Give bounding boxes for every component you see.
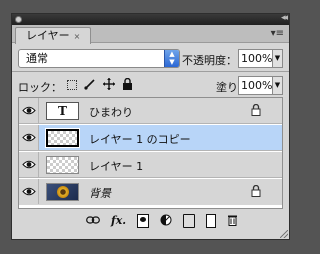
layer-lock-icon (251, 103, 261, 119)
lock-label: ロック： (18, 81, 62, 94)
fill-dropdown-icon[interactable]: ▼ (273, 76, 283, 95)
lock-options (67, 77, 134, 91)
visibility-eye-icon[interactable] (19, 98, 39, 123)
layer-row[interactable]: T ひまわり (19, 98, 282, 124)
opacity-label: 不透明度： (182, 54, 237, 67)
visibility-eye-icon[interactable] (19, 152, 39, 177)
adjustment-layer-icon[interactable] (160, 214, 172, 228)
opacity-input[interactable]: 100% (238, 49, 273, 68)
lock-position-icon[interactable] (102, 78, 115, 91)
close-panel-icon[interactable] (15, 16, 22, 23)
blend-mode-spinner-icon[interactable]: ▲ ▼ (164, 50, 179, 67)
fill-input[interactable]: 100% (238, 76, 273, 95)
layer-name[interactable]: ひまわり (89, 104, 133, 120)
panel-menu-icon[interactable]: ▾≡ (271, 28, 284, 39)
layer-row-selected[interactable]: レイヤー 1 のコピー (19, 125, 282, 151)
tab-row: レイヤー × ▾≡ (12, 25, 289, 44)
layer-thumbnail (45, 128, 80, 148)
divider (12, 71, 289, 72)
new-layer-icon[interactable] (206, 214, 217, 228)
visibility-eye-icon[interactable] (19, 179, 39, 204)
layer-thumbnail (46, 156, 79, 174)
layer-name[interactable]: 背景 (89, 185, 111, 201)
resize-handle-icon[interactable] (280, 230, 288, 238)
new-group-folder-icon[interactable] (183, 214, 196, 228)
blend-mode-value: 通常 (26, 52, 48, 65)
fx-icon[interactable]: fx. (111, 214, 126, 228)
background-layer-thumbnail (46, 183, 79, 201)
collapse-panel-icon[interactable]: ◂◂ (281, 13, 288, 23)
panel-titlebar[interactable]: ◂◂ (12, 13, 289, 25)
layers-panel: ◂◂ レイヤー × ▾≡ 通常 ▲ ▼ 不透明度： 100% ▼ ロック： 塗り… (11, 13, 290, 240)
blend-mode-select[interactable]: 通常 ▲ ▼ (18, 49, 180, 68)
tab-close-icon[interactable]: × (74, 32, 81, 41)
add-mask-icon[interactable] (137, 214, 150, 228)
panel-bottom-toolbar: fx. (12, 211, 289, 233)
opacity-dropdown-icon[interactable]: ▼ (273, 49, 283, 68)
lock-image-pixels-icon[interactable] (83, 78, 96, 91)
lock-transparent-pixels-icon[interactable] (67, 79, 77, 90)
layer-lock-icon (251, 184, 261, 200)
layer-name[interactable]: レイヤー 1 のコピー (89, 131, 191, 147)
layer-row[interactable]: 背景 (19, 179, 282, 205)
sunflower-image (56, 186, 69, 198)
blend-opacity-row: 通常 ▲ ▼ 不透明度： 100% ▼ (12, 48, 289, 70)
bottom-icons: fx. (86, 214, 238, 228)
tab-layers[interactable]: レイヤー × (15, 27, 92, 44)
lock-fill-row: ロック： 塗り： 100% ▼ (12, 74, 289, 96)
trash-icon[interactable] (227, 214, 238, 228)
tab-layers-label: レイヤー (26, 29, 70, 42)
visibility-eye-icon[interactable] (19, 125, 39, 150)
layer-name[interactable]: レイヤー 1 (89, 158, 143, 174)
text-layer-thumbnail-icon: T (46, 102, 79, 120)
layer-row[interactable]: レイヤー 1 (19, 152, 282, 178)
link-layers-icon[interactable] (86, 214, 100, 228)
lock-all-icon[interactable] (121, 77, 134, 91)
layers-list: T ひまわり レイヤー 1 のコピー レイヤー 1 背景 (18, 97, 283, 209)
